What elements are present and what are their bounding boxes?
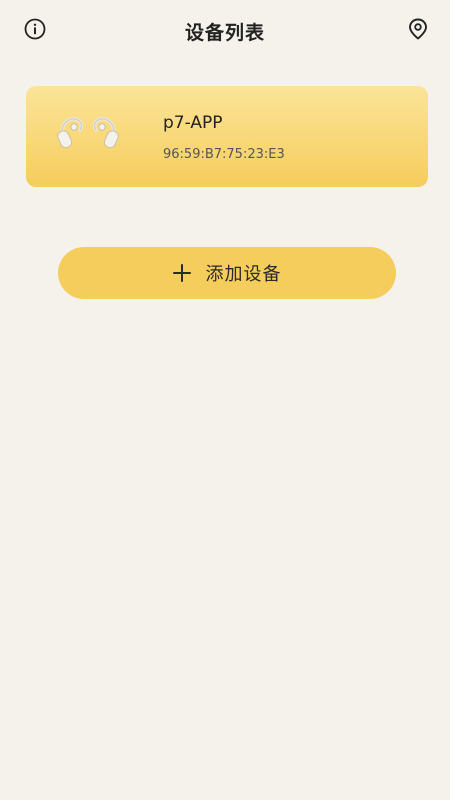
device-list-screen: 设备列表 p7-APP 96:59:B7:75:23:E3 添加设备	[0, 0, 450, 800]
device-name: p7-APP	[163, 113, 223, 133]
plus-icon	[172, 264, 191, 282]
device-card[interactable]: p7-APP 96:59:B7:75:23:E3	[26, 86, 428, 187]
earbuds-icon	[56, 112, 120, 156]
device-mac-address: 96:59:B7:75:23:E3	[163, 147, 285, 162]
add-device-label: 添加设备	[205, 264, 282, 285]
page-title: 设备列表	[184, 22, 265, 44]
location-pin-icon[interactable]	[406, 17, 430, 41]
top-bar: 设备列表	[0, 0, 450, 60]
add-device-button[interactable]: 添加设备	[58, 247, 396, 299]
